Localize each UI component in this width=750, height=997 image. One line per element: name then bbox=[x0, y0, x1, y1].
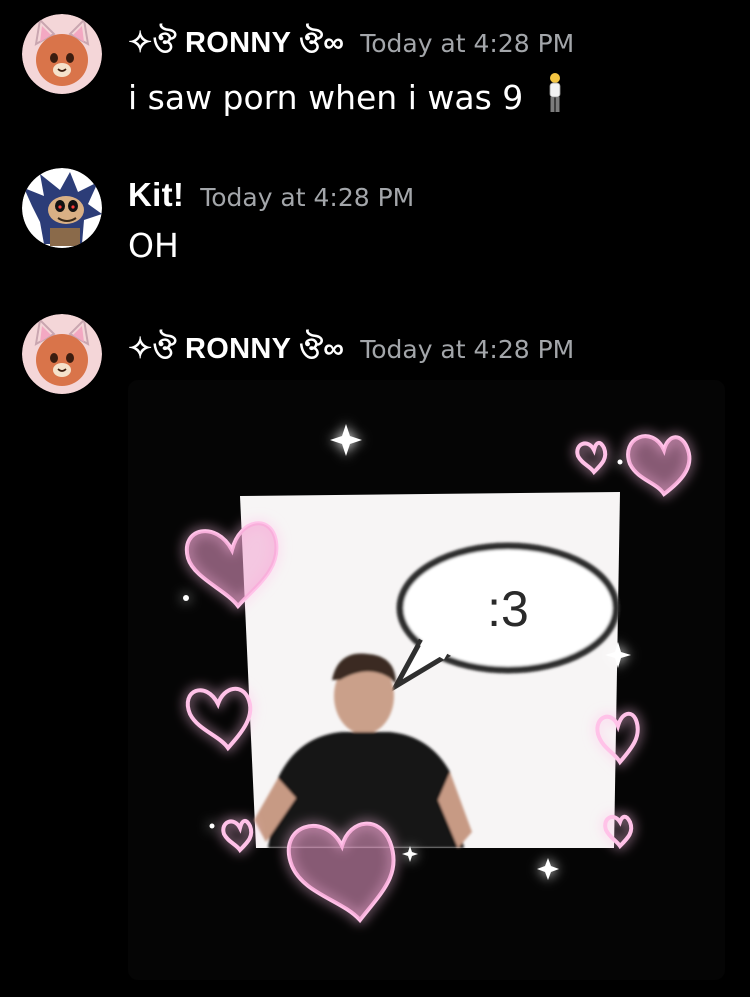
message-header: ✧ঔ RONNY ঔ∞ Today at 4:28 PM bbox=[128, 20, 574, 69]
message-text: OH bbox=[128, 226, 179, 265]
username[interactable]: Kit! bbox=[128, 176, 184, 214]
message-header: ✧ঔ RONNY ঔ∞ Today at 4:28 PM bbox=[128, 326, 574, 375]
avatar-kit[interactable] bbox=[22, 168, 102, 248]
speech-bubble-text: :3 bbox=[487, 581, 529, 637]
avatar-ronny[interactable] bbox=[22, 314, 102, 394]
message-2: Kit! Today at 4:28 PM OH bbox=[0, 160, 750, 270]
timestamp[interactable]: Today at 4:28 PM bbox=[360, 29, 574, 58]
message-text-content: OH bbox=[128, 226, 179, 265]
timestamp[interactable]: Today at 4:28 PM bbox=[200, 183, 414, 212]
message-text: i saw porn when i was 9 bbox=[128, 72, 565, 122]
avatar-ronny[interactable] bbox=[22, 14, 102, 94]
message-1: ✧ঔ RONNY ঔ∞ Today at 4:28 PM i saw porn … bbox=[0, 0, 750, 120]
cat-avatar-icon bbox=[22, 314, 102, 394]
message-header: Kit! Today at 4:28 PM bbox=[128, 176, 414, 214]
username[interactable]: ✧ঔ RONNY ঔ∞ bbox=[128, 326, 344, 375]
username[interactable]: ✧ঔ RONNY ঔ∞ bbox=[128, 20, 344, 69]
timestamp[interactable]: Today at 4:28 PM bbox=[360, 335, 574, 364]
image-attachment[interactable]: :3 bbox=[128, 380, 725, 980]
meme-image: :3 bbox=[128, 380, 725, 980]
cat-avatar-icon bbox=[22, 14, 102, 94]
hedgehog-avatar-icon bbox=[22, 168, 102, 248]
message-text-content: i saw porn when i was 9 bbox=[128, 77, 524, 117]
person-standing-emoji bbox=[545, 72, 565, 122]
